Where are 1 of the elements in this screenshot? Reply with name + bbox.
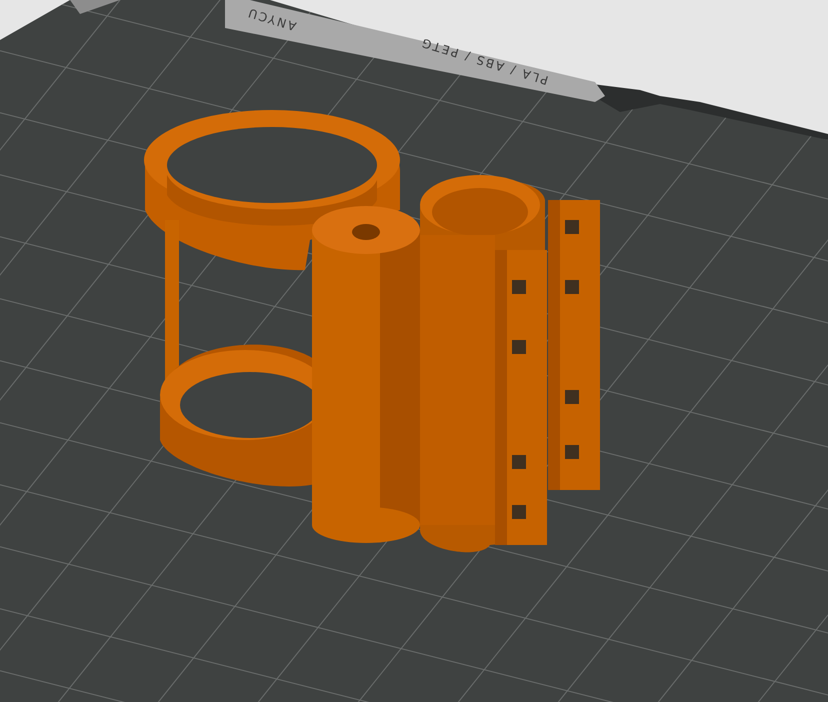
plate-label: PLA / ABS / PETG xyxy=(418,35,550,88)
